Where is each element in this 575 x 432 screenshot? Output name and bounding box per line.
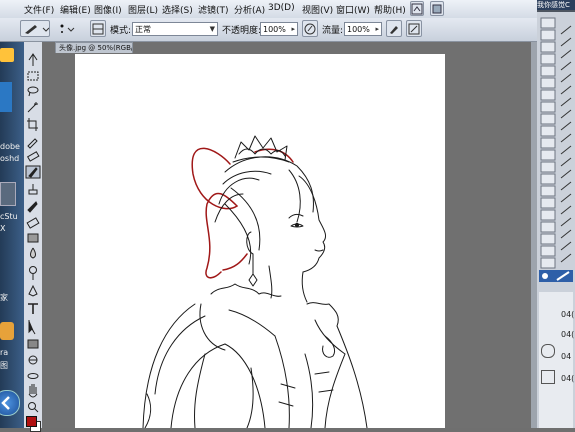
panel-value: 04: [561, 352, 572, 361]
panel-value: 04(: [561, 330, 575, 339]
move-icon[interactable]: [28, 53, 38, 66]
airbrush-button[interactable]: [386, 20, 402, 37]
dodge-icon[interactable]: [29, 266, 37, 281]
brush-panel-toggle[interactable]: [90, 20, 106, 37]
shape-icon[interactable]: [27, 339, 39, 349]
marquee-icon[interactable]: [27, 71, 39, 81]
panel-rows: [540, 17, 556, 269]
menu-edit[interactable]: 编辑(E): [60, 3, 91, 16]
history-brush-icon[interactable]: [27, 201, 38, 213]
hand-icon[interactable]: [28, 384, 38, 398]
desktop-label: 家: [0, 293, 8, 302]
black-line-art: [142, 135, 368, 429]
menu-image[interactable]: 图像(I): [94, 3, 122, 16]
magic-wand-icon[interactable]: [27, 102, 38, 113]
line-art-drawing: [142, 135, 368, 429]
mode-label: 模式:: [110, 26, 132, 36]
panel-value: 04(: [561, 374, 575, 383]
airbrush-icon: [390, 26, 398, 34]
pen-icon[interactable]: [28, 284, 38, 297]
canvas[interactable]: [75, 54, 445, 429]
opacity-label: 不透明度:: [222, 26, 262, 36]
menu-filter[interactable]: 滤镜(T): [198, 3, 229, 16]
menu-layer[interactable]: 图层(L): [128, 3, 158, 16]
panel-strip: [537, 12, 575, 428]
app-icon[interactable]: [0, 48, 14, 62]
3d-orbit-icon[interactable]: [27, 373, 39, 379]
bridge-button[interactable]: [410, 1, 424, 16]
red-sketch-strokes: [191, 147, 294, 279]
menu-file[interactable]: 文件(F): [24, 3, 54, 16]
menu-analysis[interactable]: 分析(A): [234, 3, 265, 16]
brush-icon: [25, 25, 49, 34]
menu-window[interactable]: 窗口(W): [336, 3, 370, 16]
back-arrow-icon: [1, 396, 10, 410]
crop-icon[interactable]: [27, 118, 38, 131]
text-icon[interactable]: [28, 303, 38, 314]
desktop-label: 图: [0, 361, 8, 370]
chevron-down-icon: ▸: [291, 25, 295, 33]
pen-pressure-icon: [304, 23, 316, 35]
eyedropper-icon[interactable]: [27, 138, 38, 149]
app-icon[interactable]: [0, 322, 14, 340]
minibridge-button[interactable]: [430, 1, 444, 16]
flow-label: 流量:: [322, 26, 344, 36]
pressure-opacity-button[interactable]: [302, 20, 318, 37]
document-tab[interactable]: 头像.jpg @ 50%(RGB/8): [55, 42, 133, 53]
grid-icon: [541, 370, 555, 384]
document-tab-title: 头像.jpg @ 50%(RGB/8): [59, 44, 133, 52]
pressure-size-icon: [408, 23, 420, 35]
desktop-label: cStu: [0, 212, 18, 221]
chevron-down-icon: ▸: [375, 25, 379, 33]
tools-panel: [24, 42, 43, 432]
menu-3d[interactable]: 3D(D): [268, 3, 295, 13]
brush-panel-icon: [92, 23, 104, 35]
flow-input[interactable]: 100% ▸: [344, 22, 382, 36]
desktop-label: oshd: [0, 154, 20, 163]
menu-view[interactable]: 视图(V): [302, 3, 333, 16]
desktop-label: dobe: [0, 142, 20, 151]
panel-value: 04(: [561, 310, 575, 319]
photoshop-icon[interactable]: [0, 82, 12, 112]
brush-tool-icon[interactable]: [25, 165, 41, 179]
chevron-down-icon: ▼: [209, 25, 215, 33]
mode-select[interactable]: 正常 ▼: [132, 22, 218, 36]
brush-tip-icon: [60, 24, 75, 33]
path-select-icon[interactable]: [28, 320, 36, 335]
menu-bar: 文件(F) 编辑(E) 图像(I) 图层(L) 选择(S) 滤镜(T) 分析(A…: [0, 0, 575, 19]
gradient-icon[interactable]: [27, 233, 39, 243]
blur-icon[interactable]: [30, 247, 36, 259]
heal-icon[interactable]: [26, 151, 40, 162]
options-bar: 模式: 正常 ▼ 不透明度: 100% ▸ 流量: 100% ▸: [0, 18, 575, 42]
right-panel: 我你感觉C 04( 04( 04 04(: [537, 0, 575, 428]
tool-preset-picker[interactable]: [20, 20, 50, 37]
app-icon[interactable]: [0, 182, 16, 206]
zoom-icon[interactable]: [28, 402, 39, 413]
desktop-background: dobe oshd cStu X 家 ra 图: [0, 42, 24, 428]
lasso-icon[interactable]: [27, 86, 39, 97]
pressure-size-button[interactable]: [406, 20, 422, 37]
clock-icon: [541, 344, 555, 358]
mb-icon: [432, 4, 442, 14]
3d-rotate-icon[interactable]: [28, 355, 38, 365]
flow-value: 100%: [347, 25, 370, 34]
menu-help[interactable]: 帮助(H): [374, 3, 406, 16]
brush-size-preview[interactable]: [56, 21, 76, 40]
start-orb-icon[interactable]: [0, 390, 20, 416]
eraser-icon[interactable]: [26, 217, 40, 229]
foreground-color-swatch[interactable]: [26, 416, 37, 427]
desktop-label: X: [0, 224, 6, 233]
opacity-input[interactable]: 100% ▸: [260, 22, 298, 36]
right-panel-title: 我你感觉C: [537, 0, 575, 10]
menu-select[interactable]: 选择(S): [162, 3, 193, 16]
tools-svg: [25, 53, 41, 413]
stamp-icon[interactable]: [28, 184, 38, 195]
mode-value: 正常: [135, 25, 151, 34]
br-icon: [411, 3, 423, 15]
opacity-value: 100%: [263, 25, 286, 34]
desktop-label: ra: [0, 348, 9, 357]
